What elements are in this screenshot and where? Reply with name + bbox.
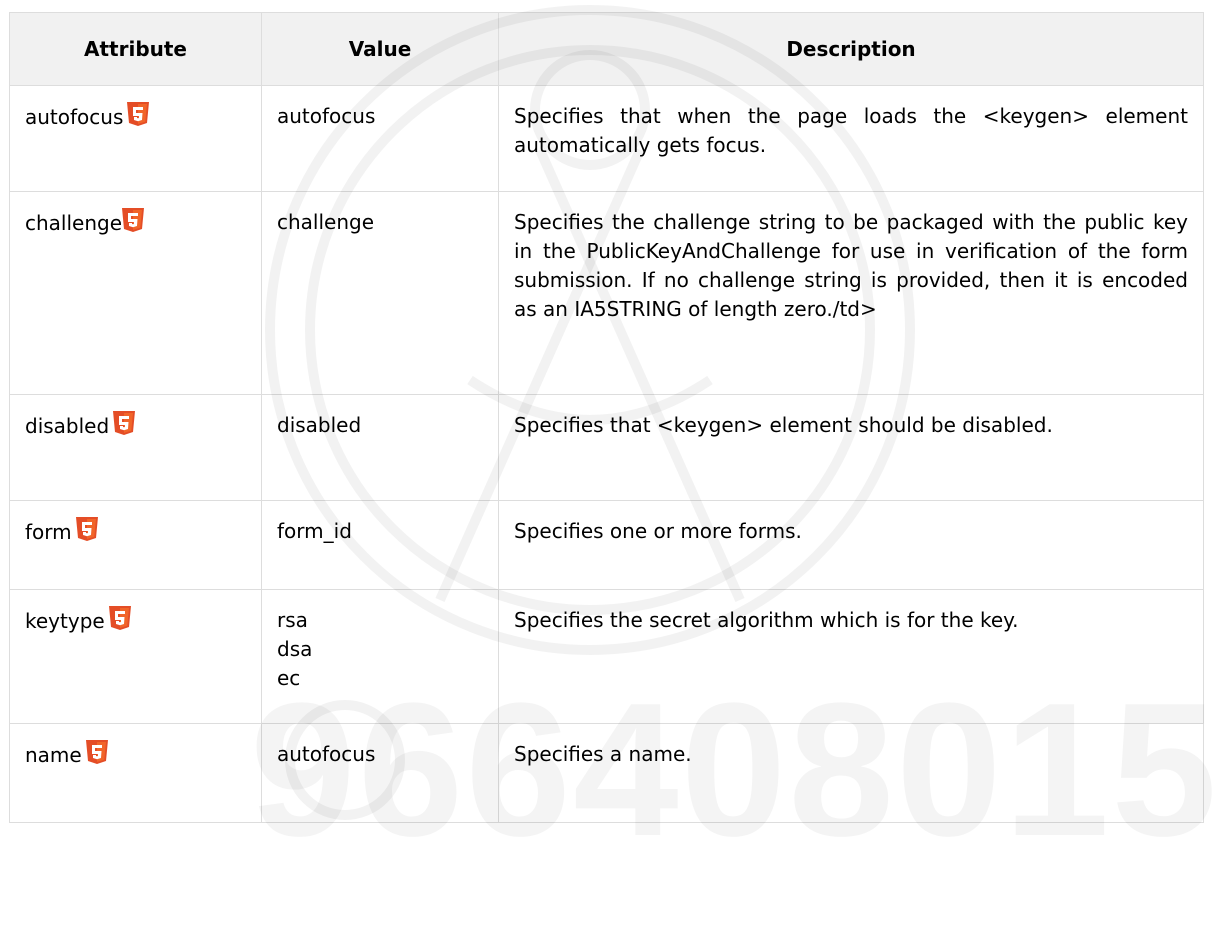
table-row: autofocus autofocus Specifies that when … bbox=[9, 85, 1204, 192]
value-item: autofocus bbox=[277, 104, 376, 128]
attribute-name: keytype bbox=[25, 609, 105, 633]
table-row: challenge challenge Specifies the challe… bbox=[9, 191, 1204, 395]
header-value: Value bbox=[261, 12, 499, 86]
attribute-cell: challenge bbox=[9, 191, 262, 395]
header-description: Description bbox=[498, 12, 1204, 86]
table-row: disabled disabled Specifies that <keygen… bbox=[9, 394, 1204, 501]
description-cell: Specifies the secret algorithm which is … bbox=[498, 589, 1204, 724]
html5-badge-icon bbox=[108, 606, 131, 638]
html5-badge-icon bbox=[113, 411, 136, 443]
description-cell: Specifies one or more forms. bbox=[498, 500, 1204, 590]
attribute-name: autofocus bbox=[25, 105, 124, 129]
table-row: keytype rsa dsa ec Specifies the secret … bbox=[9, 589, 1204, 724]
attribute-name: name bbox=[25, 743, 82, 767]
value-item: autofocus bbox=[277, 742, 376, 766]
html5-badge-icon bbox=[127, 102, 150, 134]
value-item: ec bbox=[277, 666, 301, 690]
value-cell: form_id bbox=[261, 500, 499, 590]
description-cell: Specifies that when the page loads the <… bbox=[498, 85, 1204, 192]
description-cell: Specifies that <keygen> element should b… bbox=[498, 394, 1204, 501]
attribute-name: form bbox=[25, 520, 72, 544]
html5-badge-icon bbox=[85, 740, 108, 772]
value-item: challenge bbox=[277, 210, 375, 234]
attribute-name: disabled bbox=[25, 414, 110, 438]
attribute-cell: name bbox=[9, 723, 262, 823]
attribute-table: Attribute Value Description autofocus au… bbox=[9, 12, 1204, 823]
attribute-cell: disabled bbox=[9, 394, 262, 501]
table-row: name autofocus Specifies a name. bbox=[9, 723, 1204, 823]
header-attribute: Attribute bbox=[9, 12, 262, 86]
value-cell: rsa dsa ec bbox=[261, 589, 499, 724]
value-cell: autofocus bbox=[261, 85, 499, 192]
value-item: form_id bbox=[277, 519, 352, 543]
description-cell: Specifies the challenge string to be pac… bbox=[498, 191, 1204, 395]
attribute-name: challenge bbox=[25, 211, 123, 235]
attribute-cell: form bbox=[9, 500, 262, 590]
attribute-cell: autofocus bbox=[9, 85, 262, 192]
table-header-row: Attribute Value Description bbox=[9, 12, 1204, 86]
value-item: rsa bbox=[277, 608, 308, 632]
table-row: form form_id Specifies one or more forms… bbox=[9, 500, 1204, 590]
value-cell: autofocus bbox=[261, 723, 499, 823]
attribute-cell: keytype bbox=[9, 589, 262, 724]
html5-badge-icon bbox=[75, 517, 98, 549]
value-cell: challenge bbox=[261, 191, 499, 395]
value-item: disabled bbox=[277, 413, 362, 437]
description-cell: Specifies a name. bbox=[498, 723, 1204, 823]
html5-badge-icon bbox=[122, 208, 145, 240]
value-cell: disabled bbox=[261, 394, 499, 501]
value-item: dsa bbox=[277, 637, 313, 661]
